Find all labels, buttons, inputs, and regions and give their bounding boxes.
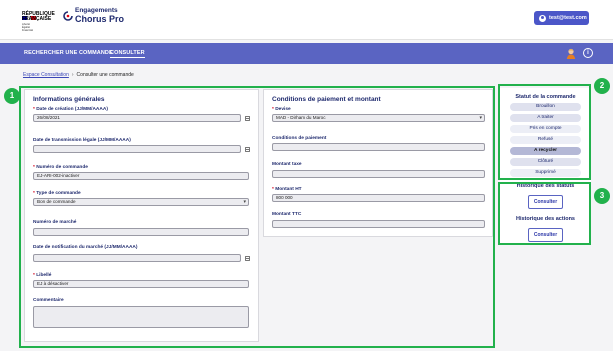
annotation-badge-2: 2	[594, 78, 610, 94]
annotation-box-2	[498, 84, 591, 180]
chorus-pro-logo-icon	[63, 11, 73, 21]
screen: RÉPUBLIQUE FRANÇAISE Liberté Égalité Fra…	[0, 0, 613, 351]
breadcrumb-current: Consulter une commande	[76, 72, 134, 78]
user-email: test@test.com	[549, 15, 587, 21]
breadcrumb: Espace Consultation › Consulter une comman…	[23, 72, 134, 78]
nav-rechercher-commande[interactable]: RECHERCHER UNE COMMANDE	[24, 50, 113, 56]
nav-consulter[interactable]: CONSULTER	[110, 50, 145, 58]
main-navigation: RECHERCHER UNE COMMANDE CONSULTER i	[0, 43, 613, 64]
annotation-badge-1: 1	[4, 88, 20, 104]
breadcrumb-espace-consultation[interactable]: Espace Consultation	[23, 72, 69, 78]
user-icon	[539, 14, 546, 22]
info-icon[interactable]: i	[583, 48, 593, 58]
annotation-box-1	[19, 86, 495, 348]
brand-chorus-pro: Chorus Pro	[75, 14, 125, 24]
republique-francaise-label: RÉPUBLIQUE FRANÇAISE	[22, 11, 55, 22]
avatar-icon[interactable]	[566, 48, 576, 59]
user-account-button[interactable]: test@test.com	[534, 11, 589, 25]
republic-motto: Liberté Égalité Fraternité	[22, 23, 34, 32]
top-header: RÉPUBLIQUE FRANÇAISE Liberté Égalité Fra…	[0, 0, 613, 40]
annotation-badge-3: 3	[594, 188, 610, 204]
brand-engagements: Engagements	[75, 7, 118, 14]
chevron-right-icon: ›	[71, 72, 74, 78]
annotation-box-3	[498, 182, 591, 245]
